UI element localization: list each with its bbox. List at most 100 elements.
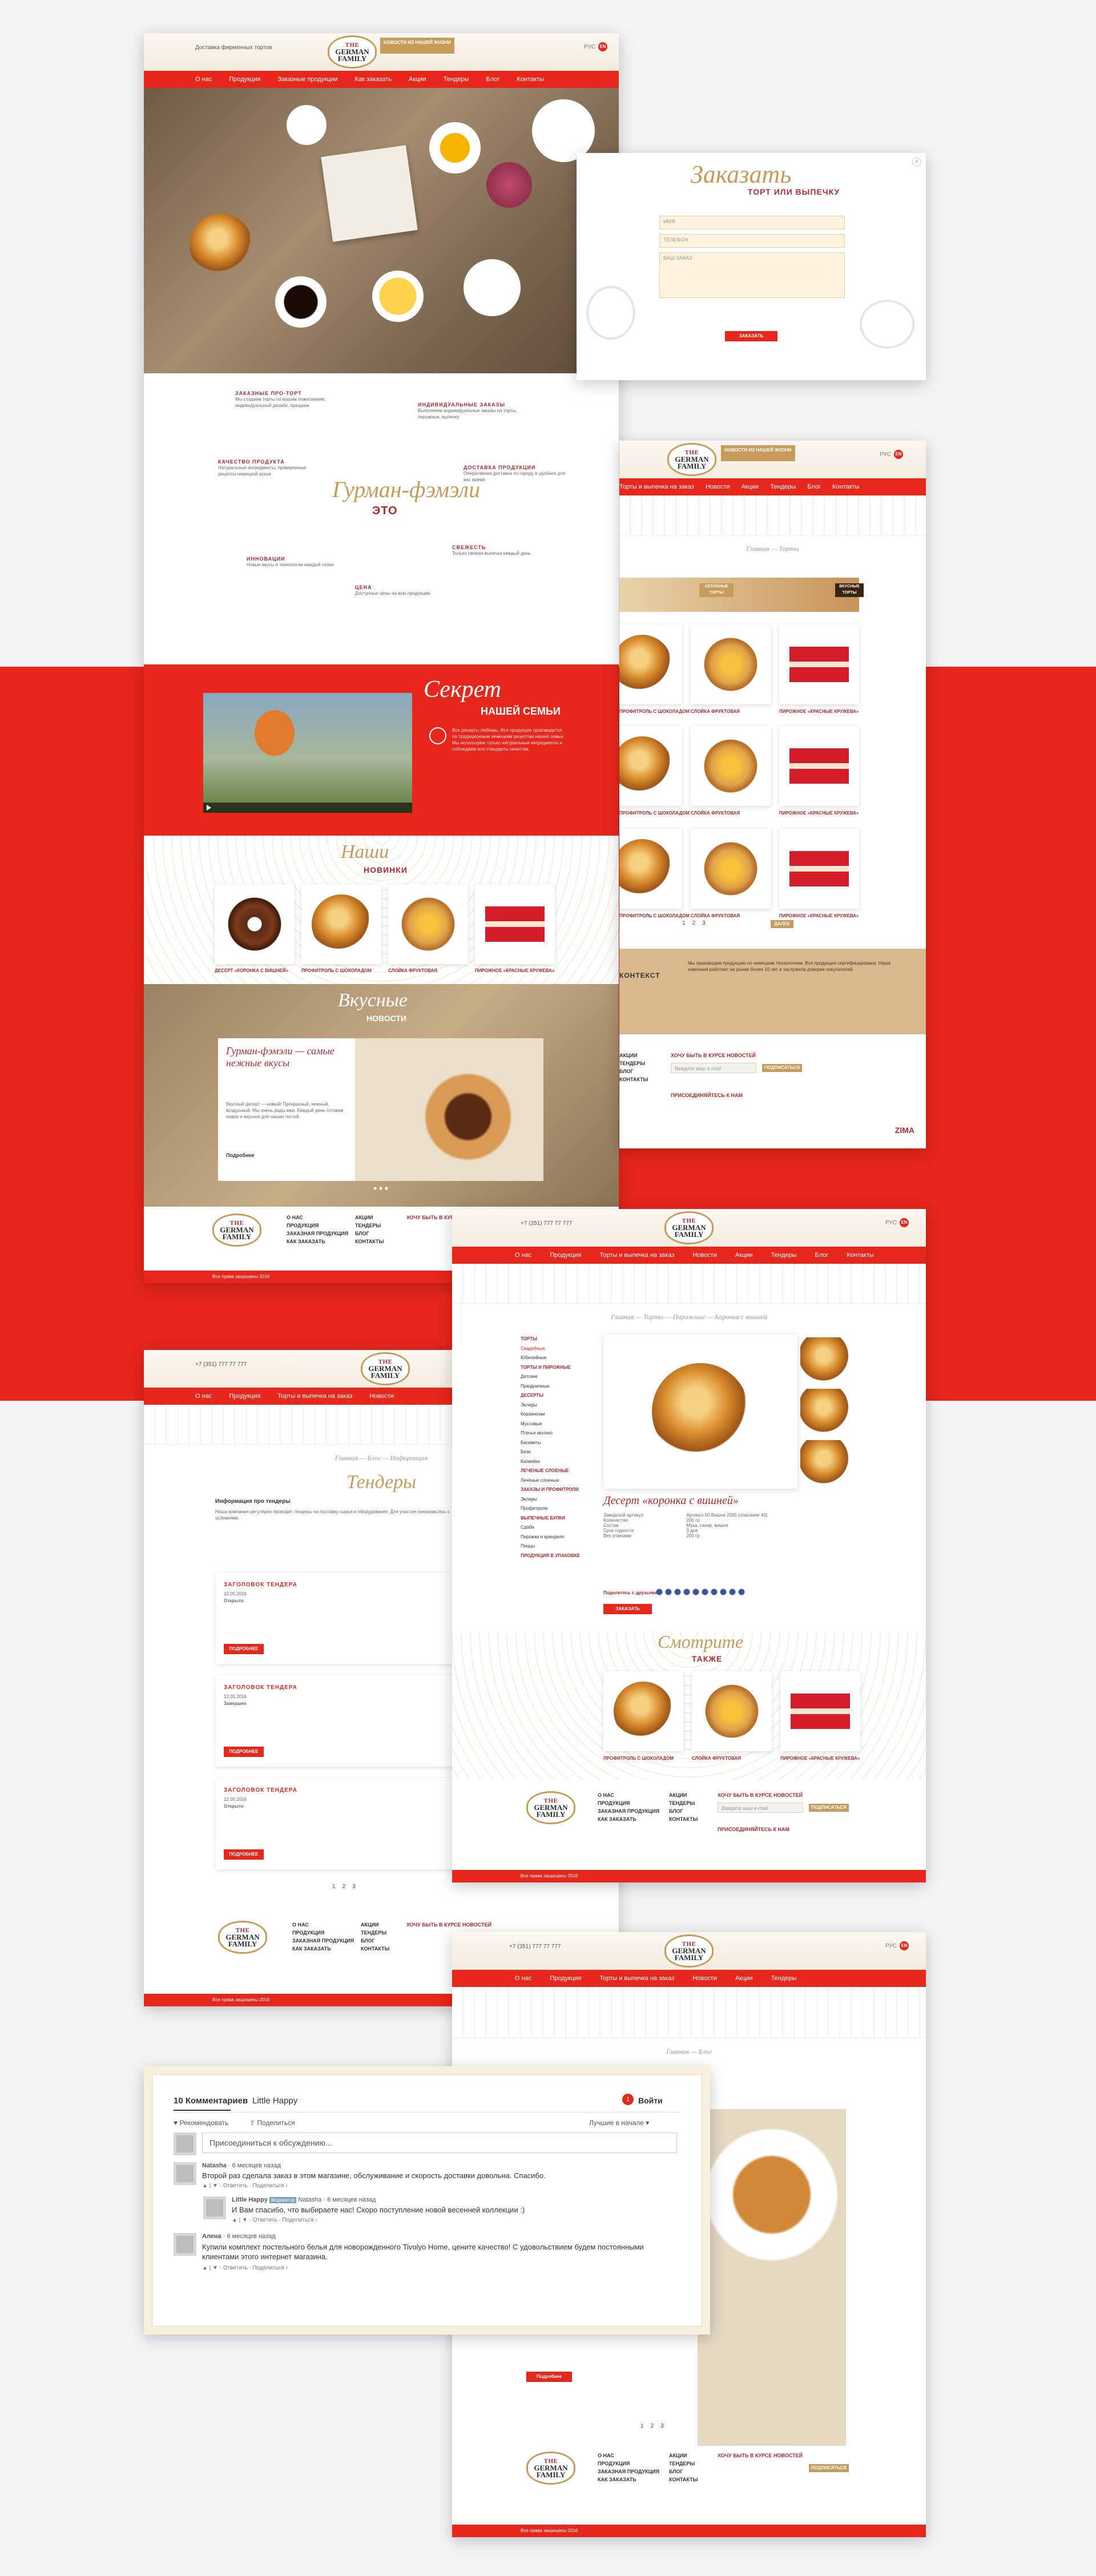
product-thumbnail[interactable] [800, 1389, 852, 1434]
comment-author[interactable]: Natasha [202, 2162, 227, 2169]
footer-logo[interactable]: THE GERMAN FAMILY [526, 1791, 575, 1824]
product-card[interactable] [619, 726, 682, 806]
sidebar-item[interactable]: ВЫПЕЧНЫЕ БУЛКИ [521, 1514, 589, 1523]
product-label[interactable]: ПРОФИТРОЛЬ С ШОКОЛАДОМ [619, 811, 690, 816]
name-input[interactable]: ИМЯ [659, 216, 845, 229]
news-more-link[interactable]: Подробнее [226, 1152, 255, 1158]
footer-links-2[interactable]: АКЦИИ ТЕНДЕРЫ БЛОГ КОНТАКТЫ [355, 1214, 384, 1245]
sidebar-item[interactable]: Юбилейные [521, 1353, 589, 1363]
product-card[interactable] [301, 884, 381, 964]
product-thumbnail[interactable] [800, 1337, 852, 1383]
sidebar-item[interactable]: Птичье молоко [521, 1429, 589, 1438]
subscribe-button[interactable]: ПОДПИСАТЬСЯ [762, 1064, 802, 1072]
nav-item-products[interactable]: Продукция [550, 1252, 581, 1259]
product-card[interactable] [779, 829, 859, 909]
product-card[interactable] [215, 884, 295, 964]
nav-item-news[interactable]: Новости [706, 483, 730, 490]
footer-logo[interactable]: THE GERMAN FAMILY [212, 1214, 261, 1247]
product-card[interactable] [780, 1671, 860, 1751]
play-circle-icon[interactable] [429, 727, 446, 744]
comment-time[interactable]: Natasha · 6 месяцев назад [298, 2196, 376, 2203]
product-label[interactable]: ПРОФИТРОЛЬ С ШОКОЛАДОМ [603, 1756, 674, 1761]
language-switch[interactable]: РУС EN [885, 1218, 909, 1227]
sidebar-item[interactable]: Сдоба [521, 1523, 589, 1533]
brand-logo[interactable]: THE GERMAN FAMILY [361, 1352, 410, 1385]
order-submit-button[interactable]: ЗАКАЗАТЬ [725, 331, 777, 341]
comment-actions[interactable]: ▲ | ▼ · Ответить · Поделиться › [232, 2217, 317, 2223]
nav-item-custom[interactable]: Торты и выпечка на заказ [599, 1252, 674, 1259]
product-label[interactable]: ПИРОЖНОЕ «КРАСНЫЕ КРУЖЕВА» [779, 913, 859, 918]
banner-label[interactable]: ВКУСНЫЕ ТОРТЫ [835, 583, 864, 597]
nav-item-about[interactable]: О нас [515, 1252, 531, 1259]
email-input[interactable]: Введите ваш e-mail [671, 1063, 756, 1073]
play-icon[interactable] [207, 805, 211, 811]
nav-item-custom[interactable]: Торты и выпечка на заказ [619, 483, 694, 490]
subscribe-button[interactable]: ПОДПИСАТЬСЯ [809, 2464, 849, 2472]
nav-item-tenders[interactable]: Тендеры [771, 1252, 797, 1259]
product-card[interactable] [779, 726, 859, 806]
nav-item-contacts[interactable]: Контакты [847, 1252, 874, 1259]
sidebar-item[interactable]: Пирожки и кренделя [521, 1533, 589, 1542]
phone-number[interactable]: +7 (351) 777 77 777 [509, 1944, 561, 1950]
nav-item-promo[interactable]: Акции [735, 1975, 753, 1982]
family-video[interactable] [203, 693, 412, 813]
blog-more-button[interactable]: Подробнее [526, 2372, 572, 2382]
product-card[interactable] [475, 884, 555, 964]
product-card[interactable] [619, 829, 682, 909]
nav-item-products[interactable]: Продукция [229, 1393, 260, 1400]
nav-item-tenders[interactable]: Тендеры [770, 483, 796, 490]
product-card[interactable] [779, 624, 859, 704]
footer-links-1[interactable]: О НАС ПРОДУКЦИЯ ЗАКАЗНАЯ ПРОДУКЦИЯ КАК ЗАКА… [287, 1214, 348, 1245]
breadcrumb[interactable]: Главная — Блог [452, 2038, 926, 2065]
product-label[interactable]: ПИРОЖНОЕ «КРАСНЫЕ КРУЖЕВА» [780, 1756, 860, 1761]
nav-item-custom[interactable]: Торты и выпечка на заказ [599, 1975, 674, 1982]
sidebar-item[interactable]: Пиццы [521, 1542, 589, 1551]
product-label[interactable]: СЛОЙКА ФРУКТОВАЯ [691, 709, 740, 714]
seasonal-banner[interactable] [619, 578, 859, 612]
video-controls[interactable] [203, 803, 412, 813]
pagination[interactable]: 123 [682, 920, 706, 926]
nav-item-promo[interactable]: Акции [742, 483, 759, 490]
language-switch[interactable]: РУС EN [584, 42, 607, 51]
nav-item-custom[interactable]: Торты и выпечка на заказ [277, 1393, 352, 1400]
brand-logo[interactable]: THE GERMAN FAMILY [667, 443, 716, 476]
sidebar-item[interactable]: ЗАКАЗЫ И ПРОФИТРОЛИ [521, 1485, 589, 1495]
product-label[interactable]: СЛОЙКА ФРУКТОВАЯ [692, 1756, 741, 1761]
breadcrumb[interactable]: Главная — Торты — Пирожные — Коронка с в… [452, 1304, 926, 1331]
share-button[interactable]: ⇪ Поделиться [249, 2119, 295, 2127]
pagination[interactable]: 123 [332, 1884, 356, 1890]
product-card[interactable] [691, 624, 771, 704]
comment-time[interactable]: 6 месяцев назад [232, 2162, 281, 2169]
subscribe-button[interactable]: ПОДПИСАТЬСЯ [809, 1804, 849, 1812]
product-card[interactable] [691, 829, 771, 909]
nav-item-about[interactable]: О нас [195, 1393, 212, 1400]
nav-item-promo[interactable]: Акции [735, 1252, 753, 1259]
sidebar-item[interactable]: Лечёные слоеные [521, 1476, 589, 1486]
phone-number[interactable]: +7 (351) 777 77 777 [521, 1220, 572, 1227]
developer-logo[interactable]: ZIMA [872, 1863, 892, 1872]
notification-icon[interactable]: 1 [622, 2094, 634, 2105]
sidebar-item[interactable]: Муссовые [521, 1420, 589, 1429]
footer-links-2[interactable]: АКЦИИ ТЕНДЕРЫ БЛОГ КОНТАКТЫ [619, 1051, 648, 1083]
nav-item-news[interactable]: Новости [692, 1252, 717, 1259]
sort-dropdown[interactable]: Лучшие в начале ▾ [589, 2119, 649, 2127]
footer-links-1[interactable]: О НАС ПРОДУКЦИЯ ЗАКАЗНАЯ ПРОДУКЦИЯ КАК ЗАКА… [292, 1921, 354, 1953]
pagination[interactable]: 123 [640, 2423, 664, 2429]
footer-logo[interactable]: THE GERMAN FAMILY [218, 1921, 267, 1954]
product-label[interactable]: ПИРОЖНОЕ «КРАСНЫЕ КРУЖЕВА» [779, 811, 859, 816]
product-card[interactable] [388, 884, 468, 964]
breadcrumb[interactable]: Главная — Торты [619, 535, 926, 562]
footer-links-1[interactable]: О НАС ПРОДУКЦИЯ ЗАКАЗНАЯ ПРОДУКЦИЯ КАК ЗАКА… [598, 1791, 659, 1823]
product-label[interactable]: ДЕСЕРТ «КОРОНКА С ВИШНЕЙ» [215, 968, 288, 973]
sidebar-item[interactable]: Эклеры [521, 1495, 589, 1505]
language-switch[interactable]: РУС EN [880, 450, 903, 459]
developer-logo[interactable]: ZIMA [872, 2517, 892, 2526]
comment-actions[interactable]: ▲ | ▼ · Ответить · Поделиться › [202, 2183, 288, 2189]
nav-item-about[interactable]: О нас [515, 1975, 531, 1982]
tender-more-button[interactable]: ПОДРОБНЕЕ [224, 1644, 264, 1654]
footer-links-2[interactable]: АКЦИИ ТЕНДЕРЫ БЛОГ КОНТАКТЫ [361, 1921, 389, 1953]
product-card[interactable] [603, 1671, 683, 1751]
close-icon[interactable]: × [912, 158, 921, 167]
comments-count-tab[interactable]: 10 Комментариев [174, 2096, 248, 2106]
comment-author[interactable]: Little Happy [232, 2196, 268, 2203]
